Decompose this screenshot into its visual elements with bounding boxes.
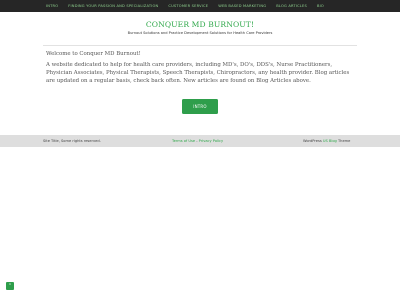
credit-prefix: WordPress <box>303 139 323 143</box>
header-divider <box>43 45 357 46</box>
footer-legal-links: Terms of Use - Privacy Policy <box>172 139 223 143</box>
site-title[interactable]: CONQUER MD BURNOUT! <box>0 20 400 29</box>
nav-item-web-based-marketing[interactable]: Web Based Marketing <box>218 4 266 8</box>
top-navigation-bar: Intro Finding Your Passion and Specializ… <box>0 0 400 12</box>
terms-of-use-link[interactable]: Terms of Use <box>172 139 195 143</box>
nav-menu: Intro Finding Your Passion and Specializ… <box>46 0 334 12</box>
site-footer: Site Title, Some rights reserved. Terms … <box>0 135 400 147</box>
credit-suffix: Theme <box>336 139 351 143</box>
main-content: Welcome to Conquer MD Burnout! A website… <box>46 50 356 85</box>
footer-theme-credit: WordPress US Blog Theme <box>303 139 350 143</box>
footer-copyright: Site Title, Some rights reserved. <box>43 139 101 143</box>
intro-paragraph: A website dedicated to help for health c… <box>46 62 350 84</box>
nav-item-blog-articles[interactable]: Blog Articles <box>276 4 307 8</box>
scroll-to-top-button[interactable]: ⌃ <box>6 282 14 290</box>
welcome-heading: Welcome to Conquer MD Burnout! <box>46 51 141 57</box>
nav-item-customer-service[interactable]: Customer Service <box>168 4 208 8</box>
nav-item-bio[interactable]: Bio <box>317 4 324 8</box>
site-header: CONQUER MD BURNOUT! Burnout Solutions an… <box>0 12 400 45</box>
privacy-policy-link[interactable]: Privacy Policy <box>199 139 224 143</box>
theme-credit-link[interactable]: US Blog <box>323 139 337 143</box>
chevron-up-icon: ⌃ <box>7 282 13 289</box>
nav-item-finding-your-passion[interactable]: Finding Your Passion and Specialization <box>68 4 158 8</box>
site-tagline: Burnout Solutions and Practice Developme… <box>127 31 273 35</box>
nav-item-intro[interactable]: Intro <box>46 4 58 8</box>
intro-button[interactable]: INTRO <box>182 99 218 114</box>
